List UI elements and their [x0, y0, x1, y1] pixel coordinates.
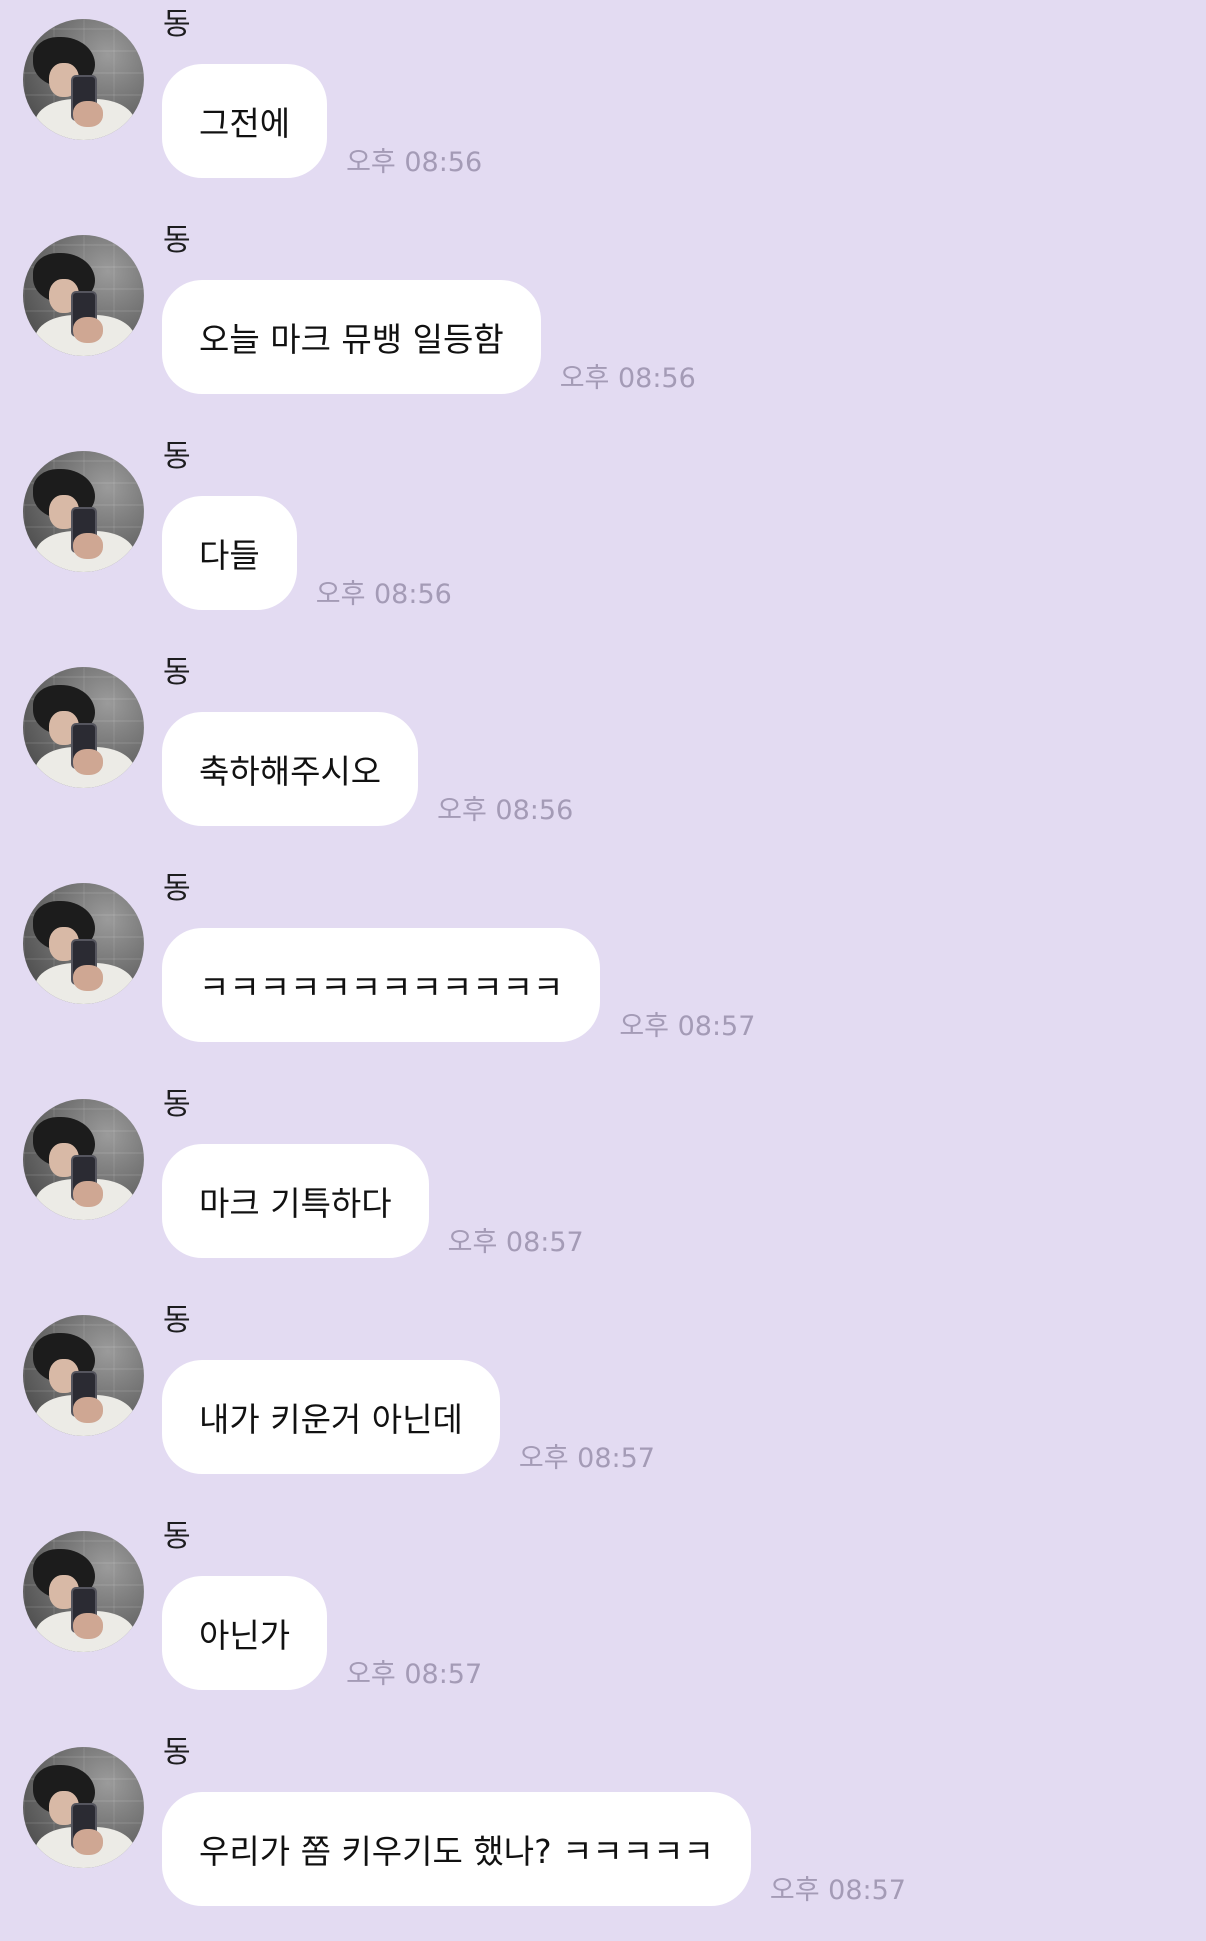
- message-timestamp: 오후 08:56: [315, 579, 452, 610]
- sender-avatar[interactable]: [23, 883, 144, 1004]
- message-timestamp: 오후 08:57: [346, 1659, 483, 1690]
- message-bubble[interactable]: ㅋㅋㅋㅋㅋㅋㅋㅋㅋㅋㅋㅋ: [162, 928, 601, 1042]
- message-bubble[interactable]: 마크 기특하다: [162, 1144, 429, 1258]
- message-bubble[interactable]: 오늘 마크 뮤뱅 일등함: [162, 280, 541, 394]
- sender-name: 동: [163, 7, 191, 42]
- message-bubble[interactable]: 그전에: [162, 64, 328, 178]
- message-timestamp: 오후 08:56: [559, 363, 696, 394]
- sender-avatar[interactable]: [23, 1747, 144, 1868]
- message-timestamp: 오후 08:57: [769, 1875, 906, 1906]
- sender-name: 동: [163, 439, 191, 474]
- sender-avatar[interactable]: [23, 1315, 144, 1436]
- message-timestamp: 오후 08:56: [437, 795, 574, 826]
- message-timestamp: 오후 08:56: [346, 147, 483, 178]
- message-row: 동 내가 키운거 아닌데 오후 08:57: [0, 1296, 1206, 1496]
- sender-avatar[interactable]: [23, 235, 144, 356]
- message-row: 동 우리가 쫌 키우기도 했나? ㅋㅋㅋㅋㅋ 오후 08:57: [0, 1728, 1206, 1928]
- sender-name: 동: [163, 223, 191, 258]
- message-bubble[interactable]: 다들: [162, 496, 297, 610]
- message-row: 동 아닌가 오후 08:57: [0, 1512, 1206, 1712]
- message-bubble[interactable]: 축하해주시오: [162, 712, 419, 826]
- message-row: 동 다들 오후 08:56: [0, 432, 1206, 632]
- message-row: 동 그전에 오후 08:56: [0, 0, 1206, 200]
- message-timestamp: 오후 08:57: [447, 1227, 584, 1258]
- sender-avatar[interactable]: [23, 19, 144, 140]
- sender-avatar[interactable]: [23, 1531, 144, 1652]
- sender-avatar[interactable]: [23, 667, 144, 788]
- message-bubble[interactable]: 내가 키운거 아닌데: [162, 1360, 500, 1474]
- message-timestamp: 오후 08:57: [619, 1011, 756, 1042]
- sender-name: 동: [163, 655, 191, 690]
- message-row: 동 ㅋㅋㅋㅋㅋㅋㅋㅋㅋㅋㅋㅋ 오후 08:57: [0, 864, 1206, 1064]
- message-timestamp: 오후 08:57: [518, 1443, 655, 1474]
- sender-avatar[interactable]: [23, 451, 144, 572]
- sender-name: 동: [163, 1303, 191, 1338]
- message-row: 동 마크 기특하다 오후 08:57: [0, 1080, 1206, 1280]
- message-row: 동 오늘 마크 뮤뱅 일등함 오후 08:56: [0, 216, 1206, 416]
- message-bubble[interactable]: 아닌가: [162, 1576, 328, 1690]
- sender-name: 동: [163, 1519, 191, 1554]
- sender-avatar[interactable]: [23, 1099, 144, 1220]
- sender-name: 동: [163, 1087, 191, 1122]
- sender-name: 동: [163, 1735, 191, 1770]
- message-row: 동 축하해주시오 오후 08:56: [0, 648, 1206, 848]
- chat-transcript: 동 그전에 오후 08:56 동 오늘 마크 뮤뱅 일등함 오후 08:56 동…: [0, 0, 1206, 1941]
- sender-name: 동: [163, 871, 191, 906]
- message-bubble[interactable]: 우리가 쫌 키우기도 했나? ㅋㅋㅋㅋㅋ: [162, 1792, 751, 1906]
